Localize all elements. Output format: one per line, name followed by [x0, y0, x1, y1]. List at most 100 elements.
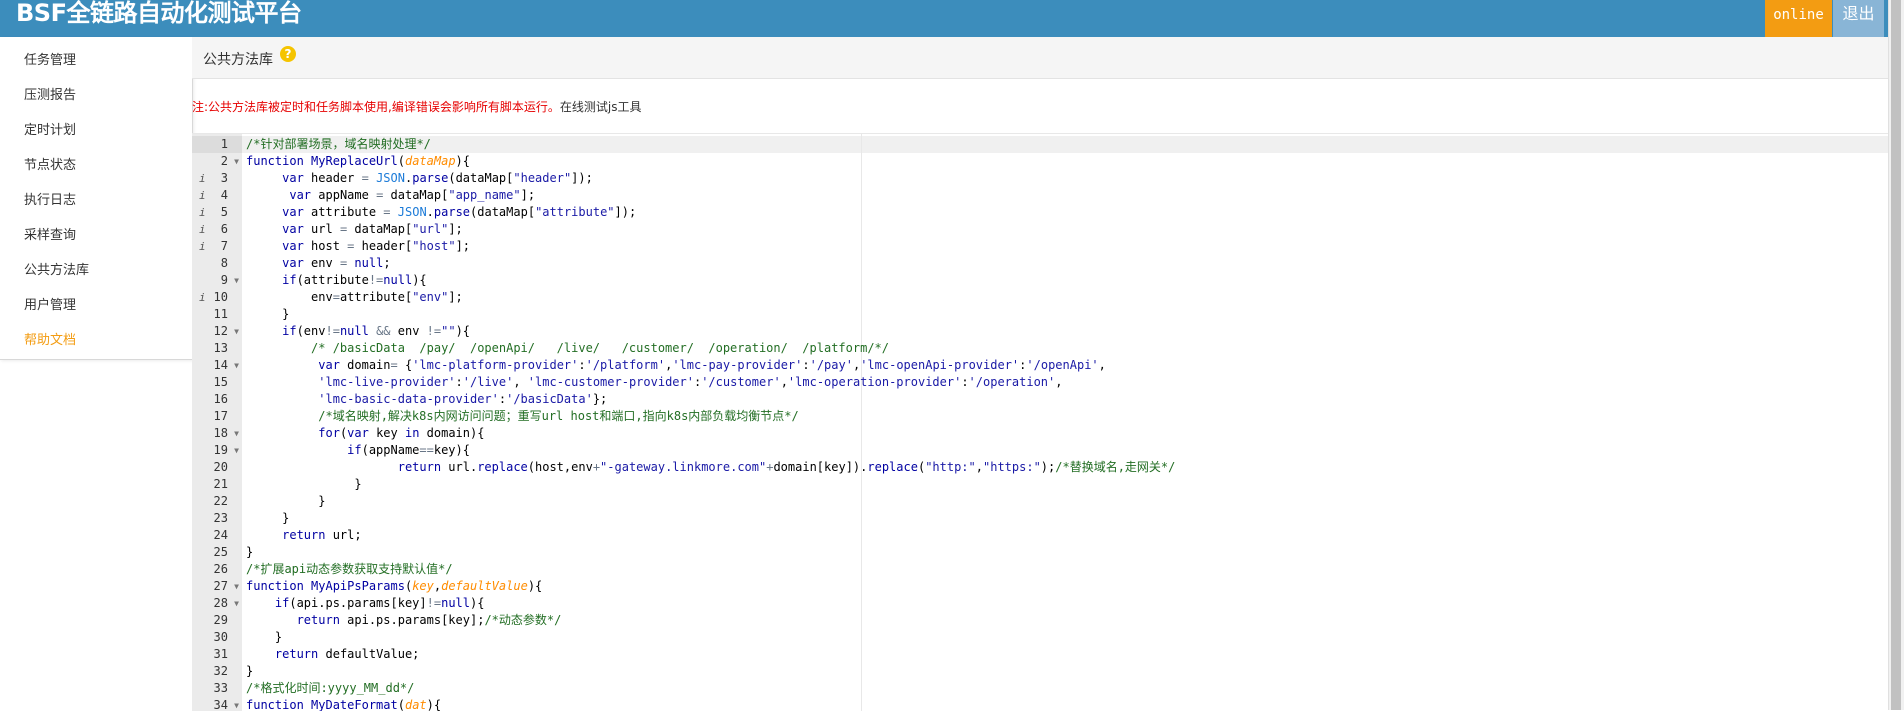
code-line[interactable]: return defaultValue; — [246, 646, 1175, 663]
fold-arrow-icon[interactable]: ▼ — [234, 578, 239, 595]
code-token: return — [296, 613, 340, 627]
code-line[interactable]: return url; — [246, 527, 1175, 544]
code-token: parse — [433, 205, 471, 219]
code-token: /*格式化时间:yyyy_MM_dd*/ — [246, 681, 415, 695]
line-number-text: 32 — [213, 664, 228, 678]
code-token: "url" — [412, 222, 449, 236]
code-line[interactable]: return api.ps.params[key];/*动态参数*/ — [246, 612, 1175, 629]
info-annotation-icon[interactable]: i — [199, 187, 206, 204]
code-token: : — [961, 375, 969, 389]
code-token: defaultValue — [441, 579, 528, 593]
code-line[interactable]: for(var key in domain){ — [246, 425, 1175, 442]
code-line[interactable]: var header = JSON.parse(dataMap["header"… — [246, 170, 1175, 187]
question-circle-icon[interactable]: ? — [280, 46, 296, 62]
code-token: attribute — [303, 205, 384, 219]
code-line[interactable]: } — [246, 476, 1175, 493]
code-token: (host,env — [527, 460, 593, 474]
code-token: ){ — [455, 154, 470, 168]
sidebar-item-node-status[interactable]: 节点状态 — [24, 154, 76, 173]
online-status-button[interactable]: online — [1765, 0, 1832, 37]
code-line[interactable]: if(appName==key){ — [246, 442, 1175, 459]
code-token: header — [303, 171, 362, 185]
code-line[interactable]: function MyDateFormat(dat){ — [246, 697, 1175, 711]
code-line[interactable]: function MyReplaceUrl(dataMap){ — [246, 153, 1175, 170]
code-line[interactable]: var host = header["host"]; — [246, 238, 1175, 255]
sidebar-item-help-docs[interactable]: 帮助文档 — [24, 329, 76, 348]
code-line[interactable]: /*扩展api动态参数获取支持默认值*/ — [246, 561, 1175, 578]
code-line[interactable]: var env = null; — [246, 255, 1175, 272]
code-line[interactable]: } — [246, 510, 1175, 527]
line-number-text: 27 — [213, 579, 228, 593]
code-line[interactable]: if(attribute!=null){ — [246, 272, 1175, 289]
fold-arrow-icon[interactable]: ▼ — [234, 595, 239, 612]
code-line[interactable]: 'lmc-basic-data-provider':'/basicData'}; — [246, 391, 1175, 408]
code-token: ]; — [448, 222, 463, 236]
code-token: return — [274, 647, 319, 661]
code-line[interactable]: /*针对部署场景，域名映射处理*/ — [246, 136, 1175, 153]
info-annotation-icon[interactable]: i — [199, 289, 206, 306]
code-token: : — [802, 358, 810, 372]
line-number-text: 21 — [213, 477, 228, 491]
code-token: } — [246, 545, 254, 559]
code-line[interactable]: /* /basicData /pay/ /openApi/ /live/ /cu… — [246, 340, 1175, 357]
line-number-text: 11 — [213, 307, 228, 321]
logout-button[interactable]: 退出 — [1833, 0, 1884, 37]
info-annotation-icon[interactable]: i — [199, 238, 206, 255]
code-line[interactable]: var attribute = JSON.parse(dataMap["attr… — [246, 204, 1175, 221]
code-token: } — [246, 477, 362, 491]
page-scrollbar-thumb[interactable] — [1891, 0, 1901, 710]
code-line[interactable]: return url.replace(host,env+"-gateway.li… — [246, 459, 1176, 476]
fold-arrow-icon[interactable]: ▼ — [234, 272, 239, 289]
line-number-text: 3 — [220, 171, 228, 185]
code-line[interactable]: } — [246, 306, 1175, 323]
sidebar-item-public-methods[interactable]: 公共方法库 — [24, 259, 89, 278]
code-token: host — [303, 239, 348, 253]
sidebar-item-scheduled-plan[interactable]: 定时计划 — [24, 119, 76, 138]
sidebar-item-execution-log[interactable]: 执行日志 — [24, 189, 76, 208]
sidebar-item-load-report[interactable]: 压测报告 — [24, 84, 76, 103]
code-line[interactable]: function MyApiPsParams(key,defaultValue)… — [246, 578, 1175, 595]
fold-arrow-icon[interactable]: ▼ — [234, 323, 239, 340]
code-line[interactable]: } — [246, 663, 1175, 680]
sidebar-item-sample-query[interactable]: 采样查询 — [24, 224, 76, 243]
fold-arrow-icon[interactable]: ▼ — [234, 357, 239, 374]
code-line[interactable]: var domain= {'lmc-platform-provider':'/p… — [246, 357, 1175, 374]
code-line[interactable]: var url = dataMap["url"]; — [246, 221, 1175, 238]
sidebar-item-user-management[interactable]: 用户管理 — [24, 294, 76, 313]
sidebar-item-task-management[interactable]: 任务管理 — [24, 49, 76, 68]
code-line[interactable]: var appName = dataMap["app_name"]; — [246, 187, 1175, 204]
fold-arrow-icon[interactable]: ▼ — [234, 153, 239, 170]
code-line[interactable]: if(api.ps.params[key]!=null){ — [246, 595, 1175, 612]
code-content[interactable]: /*针对部署场景，域名映射处理*/function MyReplaceUrl(d… — [246, 136, 1175, 711]
code-token: , — [975, 460, 983, 474]
info-annotation-icon[interactable]: i — [199, 170, 206, 187]
code-token: var — [289, 188, 312, 202]
fold-arrow-icon[interactable]: ▼ — [234, 697, 239, 711]
line-number: 8 — [192, 255, 242, 272]
code-token: ]); — [614, 205, 637, 219]
online-js-tool-link[interactable]: 在线测试js工具 — [560, 100, 642, 114]
code-line[interactable]: } — [246, 493, 1175, 510]
line-number-text: 29 — [213, 613, 228, 627]
code-line[interactable]: 'lmc-live-provider':'/live', 'lmc-custom… — [246, 374, 1175, 391]
line-number: 9 ▼ — [192, 272, 242, 289]
code-editor[interactable]: 1 2 ▼ i 3 i 4 i 5 i 6 i 7 8 9 ▼ i 10 11 12 ▼ 13 14 ▼ 15 16 17 18 ▼ 19… — [192, 133, 1888, 711]
line-number: 24 — [192, 527, 242, 544]
fold-arrow-icon[interactable]: ▼ — [234, 425, 239, 442]
code-line[interactable]: if(env!=null && env !=""){ — [246, 323, 1175, 340]
code-line[interactable]: } — [246, 629, 1175, 646]
code-token: "http:" — [925, 460, 976, 474]
line-number-text: 2 — [220, 154, 228, 168]
code-token: in — [404, 426, 420, 440]
code-token: ]; — [448, 290, 463, 304]
code-line[interactable]: /*格式化时间:yyyy_MM_dd*/ — [246, 680, 1175, 697]
fold-arrow-icon[interactable]: ▼ — [234, 442, 239, 459]
info-annotation-icon[interactable]: i — [199, 221, 206, 238]
info-annotation-icon[interactable]: i — [199, 204, 206, 221]
line-number-text: 1 — [220, 137, 228, 151]
code-line[interactable]: env=attribute["env"]; — [246, 289, 1175, 306]
code-line[interactable]: } — [246, 544, 1175, 561]
code-line[interactable]: /*域名映射,解决k8s内网访问问题；重写url host和端口,指向k8s内部… — [246, 408, 1175, 425]
